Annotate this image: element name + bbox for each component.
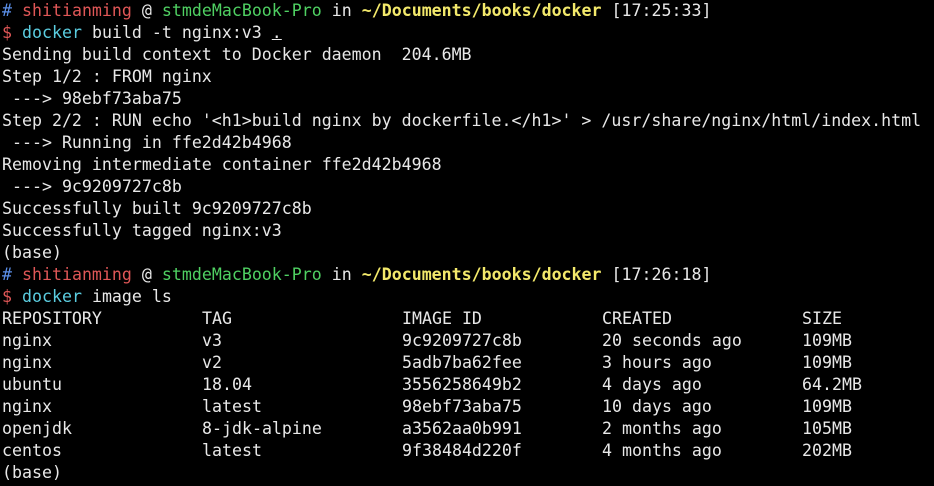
output-line: Removing intermediate container ffe2d42b… — [2, 155, 442, 174]
command-args: image ls — [91, 287, 172, 306]
output-line: Step 1/2 : FROM nginx — [2, 67, 212, 86]
prompt-host: stmdeMacBook-Pro — [161, 1, 322, 20]
prompt-line-2: # shitianming @ stmdeMacBook-Pro in ~/Do… — [2, 264, 932, 286]
prompt-hash: # — [2, 1, 12, 20]
table-row: nginx latest 98ebf73aba75 10 days ago 10… — [2, 396, 932, 418]
output-line: ---> 98ebf73aba75 — [2, 89, 182, 108]
header-size: SIZE — [802, 309, 842, 328]
command-args: build -t nginx:v3 — [91, 23, 262, 42]
prompt-user: shitianming — [22, 265, 132, 284]
cell-size: 109MB — [802, 331, 852, 350]
table-row: nginx v2 5adb7ba62fee 3 hours ago 109MB — [2, 352, 932, 374]
header-image-id: IMAGE ID — [402, 309, 482, 328]
header-tag: TAG — [202, 309, 232, 328]
cell-tag: v3 — [202, 331, 222, 350]
prompt-at: @ — [141, 1, 152, 20]
cell-image-id: 3556258649b2 — [402, 375, 522, 394]
table-row: ubuntu 18.04 3556258649b2 4 days ago 64.… — [2, 374, 932, 396]
output-line: Step 2/2 : RUN echo '<h1>build nginx by … — [2, 111, 922, 130]
command-line-1: $ docker build -t nginx:v3 . — [2, 22, 932, 44]
cell-created: 2 months ago — [602, 419, 722, 438]
output-line: ---> Running in ffe2d42b4968 — [2, 133, 292, 152]
prompt-user: shitianming — [22, 1, 132, 20]
cell-created: 20 seconds ago — [602, 331, 742, 350]
prompt-path: ~/Documents/books/docker — [361, 1, 602, 20]
images-table-header: REPOSITORY TAG IMAGE ID CREATED SIZE — [2, 308, 932, 330]
terminal-window[interactable]: # shitianming @ stmdeMacBook-Pro in ~/Do… — [2, 0, 932, 486]
cell-repository: centos — [2, 441, 62, 460]
header-created: CREATED — [602, 309, 672, 328]
prompt-time: [17:26:18] — [611, 265, 712, 284]
cell-repository: ubuntu — [2, 375, 62, 394]
prompt-in: in — [331, 1, 352, 20]
prompt-in: in — [331, 265, 352, 284]
prompt-path: ~/Documents/books/docker — [361, 265, 602, 284]
prompt-hash: # — [2, 265, 12, 284]
cell-tag: v2 — [202, 353, 222, 372]
prompt-time: [17:25:33] — [611, 1, 712, 20]
prompt-line-1: # shitianming @ stmdeMacBook-Pro in ~/Do… — [2, 0, 932, 22]
command-dollar: $ — [2, 23, 12, 42]
cell-image-id: 9c9209727c8b — [402, 331, 522, 350]
cell-repository: openjdk — [2, 419, 72, 438]
cell-repository: nginx — [2, 353, 52, 372]
cell-created: 10 days ago — [602, 397, 712, 416]
cell-created: 3 hours ago — [602, 353, 712, 372]
header-repository: REPOSITORY — [2, 309, 102, 328]
cell-tag: 18.04 — [202, 375, 252, 394]
final-line: (base) — [2, 463, 62, 482]
table-row: centos latest 9f38484d220f 4 months ago … — [2, 440, 932, 462]
cell-repository: nginx — [2, 331, 52, 350]
cell-image-id: a3562aa0b991 — [402, 419, 522, 438]
command-name: docker — [22, 23, 82, 42]
cell-created: 4 months ago — [602, 441, 722, 460]
cell-size: 64.2MB — [802, 375, 862, 394]
prompt-at: @ — [141, 265, 152, 284]
output-line: (base) — [2, 243, 62, 262]
command-line-2: $ docker image ls — [2, 286, 932, 308]
output-line: Successfully built 9c9209727c8b — [2, 199, 312, 218]
output-line: ---> 9c9209727c8b — [2, 177, 182, 196]
cell-repository: nginx — [2, 397, 52, 416]
cell-size: 105MB — [802, 419, 852, 438]
prompt-host: stmdeMacBook-Pro — [161, 265, 322, 284]
command-dollar: $ — [2, 287, 12, 306]
command-name: docker — [22, 287, 82, 306]
cell-image-id: 5adb7ba62fee — [402, 353, 522, 372]
cell-size: 109MB — [802, 353, 852, 372]
cell-size: 109MB — [802, 397, 852, 416]
command-context-path: . — [271, 23, 282, 42]
cell-tag: 8-jdk-alpine — [202, 419, 322, 438]
output-line: Sending build context to Docker daemon 2… — [2, 45, 472, 64]
cell-tag: latest — [202, 397, 262, 416]
cell-size: 202MB — [802, 441, 852, 460]
cell-image-id: 98ebf73aba75 — [402, 397, 522, 416]
cell-image-id: 9f38484d220f — [402, 441, 522, 460]
table-row: openjdk 8-jdk-alpine a3562aa0b991 2 mont… — [2, 418, 932, 440]
cell-created: 4 days ago — [602, 375, 702, 394]
table-row: nginx v3 9c9209727c8b 20 seconds ago 109… — [2, 330, 932, 352]
cell-tag: latest — [202, 441, 262, 460]
output-line: Successfully tagged nginx:v3 — [2, 221, 282, 240]
